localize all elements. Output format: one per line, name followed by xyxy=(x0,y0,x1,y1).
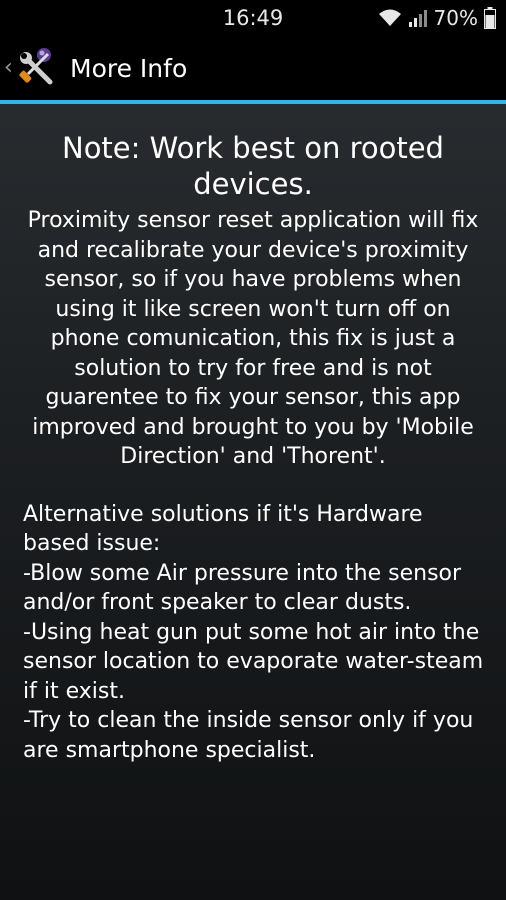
up-navigation-button[interactable]: ‹ xyxy=(0,36,64,100)
action-bar: ‹ More Info xyxy=(0,36,506,100)
page-title: More Info xyxy=(70,53,188,83)
status-icons: 70% xyxy=(378,6,496,30)
battery-icon xyxy=(484,7,496,29)
content-area: Note: Work best on rooted devices. Proxi… xyxy=(0,104,506,765)
alternative-item: -Blow some Air pressure into the sensor … xyxy=(23,560,462,616)
alternative-solutions: Alternative solutions if it's Hardware b… xyxy=(20,500,486,766)
alternatives-heading: Alternative solutions if it's Hardware b… xyxy=(23,501,423,557)
wifi-icon xyxy=(378,8,402,28)
alternative-item: -Try to clean the inside sensor only if … xyxy=(23,708,474,763)
chevron-left-icon: ‹ xyxy=(4,55,13,80)
tools-icon xyxy=(16,46,58,90)
signal-icon xyxy=(408,8,428,28)
note-heading: Note: Work best on rooted devices. xyxy=(62,131,444,201)
alternative-item: -Using heat gun put some hot air into th… xyxy=(23,619,484,704)
battery-percent: 70% xyxy=(433,6,478,30)
description-text: Proximity sensor reset application will … xyxy=(27,208,479,469)
screen: 16:49 70% ‹ More Info Note: Work best on… xyxy=(0,0,506,900)
status-bar: 16:49 70% xyxy=(0,0,506,36)
